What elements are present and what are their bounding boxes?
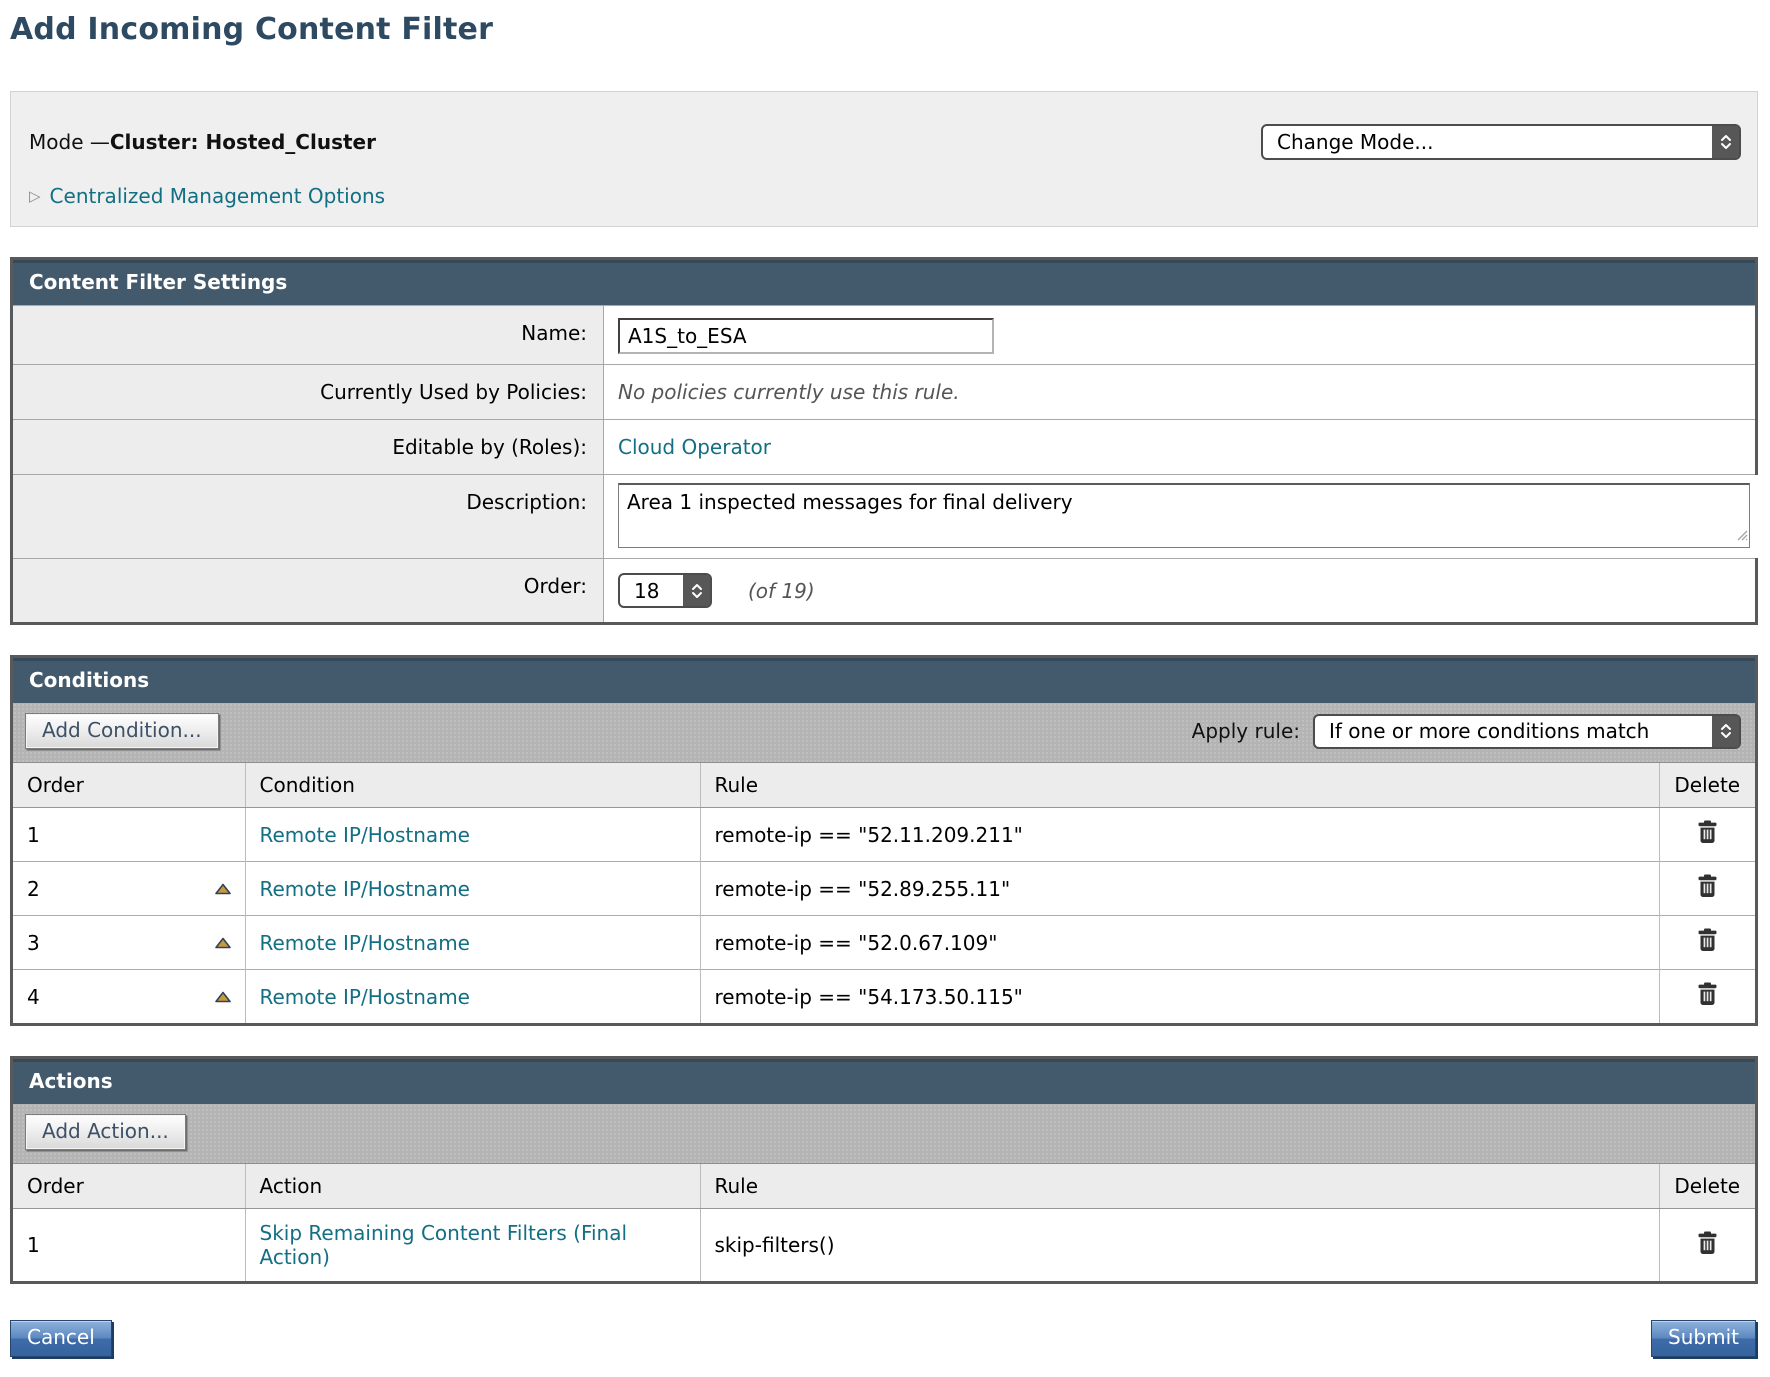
move-up-button[interactable] <box>215 937 231 949</box>
roles-row: Editable by (Roles): Cloud Operator <box>13 419 1755 474</box>
trash-icon <box>1697 820 1718 844</box>
move-up-icon <box>215 991 231 1003</box>
mode-text: Mode —Cluster: Hosted_Cluster <box>29 130 376 154</box>
condition-link[interactable]: Remote IP/Hostname <box>260 877 470 901</box>
action-order: 1 <box>27 1233 40 1257</box>
change-mode-select-value: Change Mode... <box>1263 130 1712 154</box>
select-spinner-icon <box>1712 126 1739 158</box>
description-textarea[interactable]: Area 1 inspected messages for final deli… <box>618 483 1750 548</box>
conditions-panel: Conditions Add Condition... Apply rule: … <box>10 655 1758 1026</box>
mode-value: Cluster: Hosted_Cluster <box>110 130 376 154</box>
conditions-header-row: Order Condition Rule Delete <box>13 763 1755 808</box>
condition-rule: remote-ip == "52.0.67.109" <box>715 931 998 955</box>
actions-panel: Actions Add Action... Order Action Rule … <box>10 1056 1758 1284</box>
page-title: Add Incoming Content Filter <box>10 12 1758 47</box>
condition-link[interactable]: Remote IP/Hostname <box>260 823 470 847</box>
mode-label: Mode — <box>29 130 110 154</box>
delete-condition-button[interactable] <box>1697 928 1718 952</box>
change-mode-select[interactable]: Change Mode... <box>1261 124 1741 160</box>
trash-icon <box>1697 1231 1718 1255</box>
move-up-icon <box>215 883 231 895</box>
cancel-button[interactable]: Cancel <box>10 1320 112 1357</box>
order-select[interactable]: 18 <box>618 573 712 608</box>
trash-icon <box>1697 874 1718 898</box>
apply-rule-select-value: If one or more conditions match <box>1315 719 1712 743</box>
settings-panel-header: Content Filter Settings <box>13 260 1755 305</box>
condition-row: 2 Remote IP/Hostname remote-ip == "52.89… <box>13 862 1755 916</box>
column-header-delete: Delete <box>1659 1164 1755 1209</box>
add-action-button[interactable]: Add Action... <box>25 1114 186 1150</box>
column-header-action: Action <box>245 1164 700 1209</box>
description-row: Description: Area 1 inspected messages f… <box>13 474 1755 558</box>
conditions-toolbar: Add Condition... Apply rule: If one or m… <box>13 703 1755 763</box>
condition-link[interactable]: Remote IP/Hostname <box>260 985 470 1009</box>
policies-value: No policies currently use this rule. <box>618 375 960 404</box>
footer-bar: Cancel Submit <box>10 1320 1758 1357</box>
policies-label: Currently Used by Policies: <box>13 365 603 419</box>
resize-grip-icon[interactable] <box>1734 522 1748 546</box>
roles-label: Editable by (Roles): <box>13 420 603 474</box>
cloud-operator-link[interactable]: Cloud Operator <box>618 430 771 459</box>
column-header-order: Order <box>13 763 245 808</box>
condition-row: 1 Remote IP/Hostname remote-ip == "52.11… <box>13 808 1755 862</box>
delete-condition-button[interactable] <box>1697 982 1718 1006</box>
move-up-button[interactable] <box>215 883 231 895</box>
name-row: Name: <box>13 305 1755 364</box>
select-spinner-icon <box>683 575 710 606</box>
actions-toolbar: Add Action... <box>13 1104 1755 1164</box>
order-total: (of 19) <box>748 579 815 603</box>
apply-rule-select[interactable]: If one or more conditions match <box>1313 714 1741 749</box>
actions-header-row: Order Action Rule Delete <box>13 1164 1755 1209</box>
condition-rule: remote-ip == "54.173.50.115" <box>715 985 1023 1009</box>
description-label: Description: <box>13 475 603 558</box>
condition-order: 1 <box>27 823 40 847</box>
order-row: Order: 18 (of 19) <box>13 558 1755 622</box>
conditions-table: Order Condition Rule Delete 1 Remote IP/… <box>13 763 1755 1023</box>
select-spinner-icon <box>1712 716 1739 747</box>
condition-rule: remote-ip == "52.11.209.211" <box>715 823 1023 847</box>
description-value: Area 1 inspected messages for final deli… <box>627 490 1073 514</box>
action-link[interactable]: Skip Remaining Content Filters (Final Ac… <box>260 1221 628 1269</box>
trash-icon <box>1697 982 1718 1006</box>
column-header-rule: Rule <box>700 763 1659 808</box>
column-header-delete: Delete <box>1659 763 1755 808</box>
name-input[interactable] <box>618 318 994 354</box>
delete-condition-button[interactable] <box>1697 874 1718 898</box>
move-up-icon <box>215 937 231 949</box>
actions-panel-header: Actions <box>13 1059 1755 1104</box>
mode-box: Mode —Cluster: Hosted_Cluster Change Mod… <box>10 91 1758 227</box>
add-condition-button[interactable]: Add Condition... <box>25 713 219 749</box>
centralized-management-options-link[interactable]: Centralized Management Options <box>50 184 386 208</box>
move-up-button[interactable] <box>215 991 231 1003</box>
trash-icon <box>1697 928 1718 952</box>
order-label: Order: <box>13 559 603 622</box>
condition-row: 4 Remote IP/Hostname remote-ip == "54.17… <box>13 970 1755 1024</box>
page-content: Add Incoming Content Filter Mode —Cluste… <box>0 0 1758 1377</box>
expand-arrow-icon: ▷ <box>29 189 41 204</box>
condition-row: 3 Remote IP/Hostname remote-ip == "52.0.… <box>13 916 1755 970</box>
condition-link[interactable]: Remote IP/Hostname <box>260 931 470 955</box>
apply-rule-label: Apply rule: <box>1192 719 1300 743</box>
conditions-panel-header: Conditions <box>13 658 1755 703</box>
order-select-value: 18 <box>620 579 683 603</box>
policies-row: Currently Used by Policies: No policies … <box>13 364 1755 419</box>
action-rule: skip-filters() <box>715 1233 835 1257</box>
column-header-order: Order <box>13 1164 245 1209</box>
condition-rule: remote-ip == "52.89.255.11" <box>715 877 1011 901</box>
submit-button[interactable]: Submit <box>1651 1320 1756 1357</box>
actions-table: Order Action Rule Delete 1 Skip Remainin… <box>13 1164 1755 1281</box>
action-row: 1 Skip Remaining Content Filters (Final … <box>13 1209 1755 1282</box>
condition-order: 3 <box>27 931 40 955</box>
column-header-rule: Rule <box>700 1164 1659 1209</box>
column-header-condition: Condition <box>245 763 700 808</box>
condition-order: 2 <box>27 877 40 901</box>
name-label: Name: <box>13 306 603 364</box>
delete-condition-button[interactable] <box>1697 820 1718 844</box>
content-filter-settings-panel: Content Filter Settings Name: Currently … <box>10 257 1758 625</box>
delete-action-button[interactable] <box>1697 1231 1718 1255</box>
condition-order: 4 <box>27 985 40 1009</box>
